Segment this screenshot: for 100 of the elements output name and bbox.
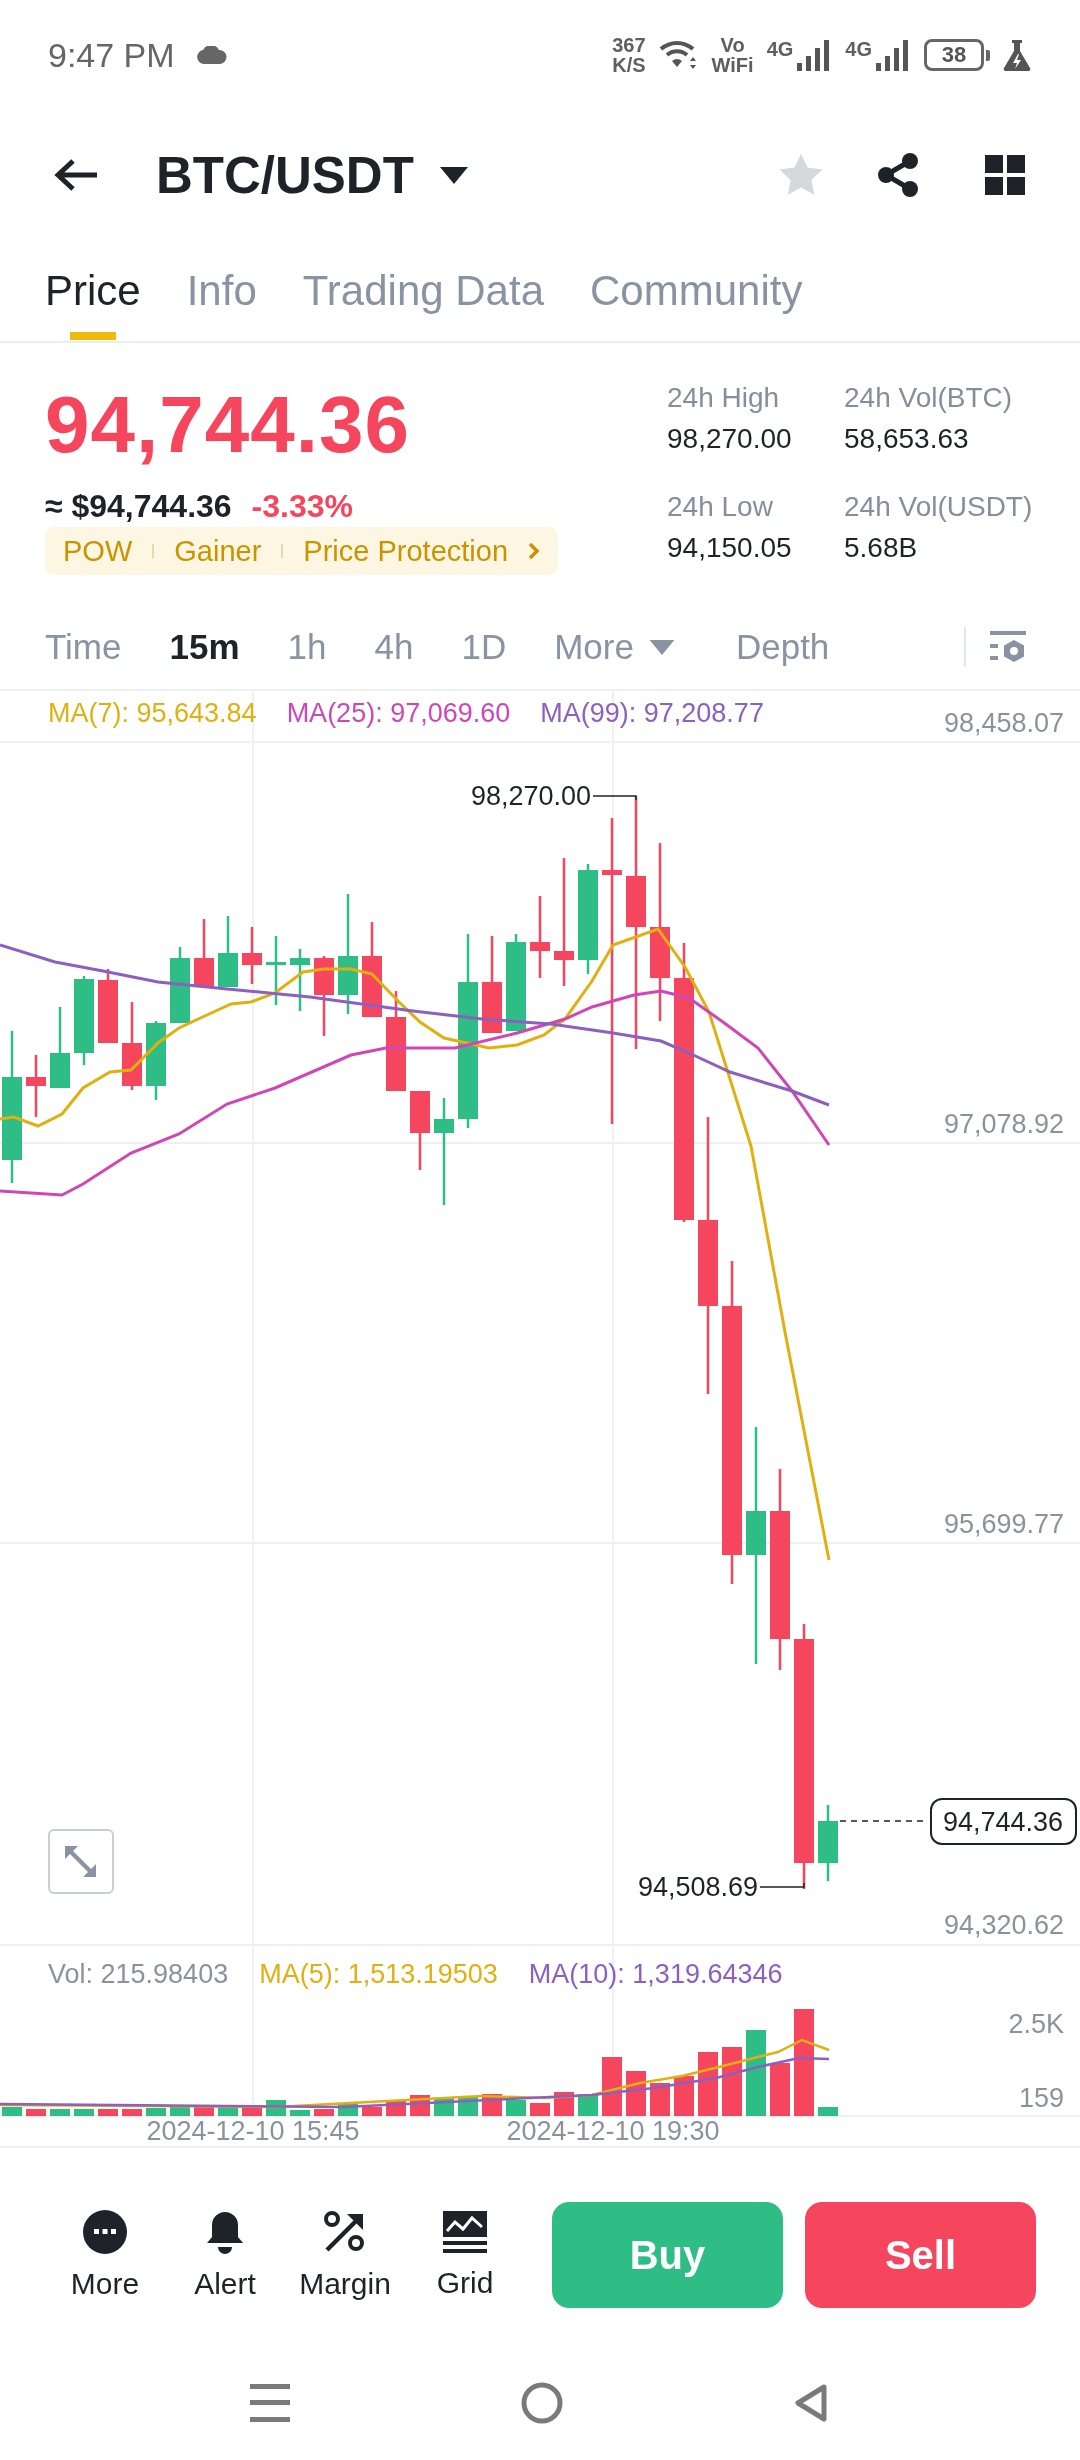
toolbar-button[interactable]: Margin <box>290 2209 400 2301</box>
time-axis-label: 2024-12-10 19:30 <box>506 2116 720 2146</box>
volume-bar <box>602 2057 622 2116</box>
volume-bar <box>2 2107 22 2116</box>
high-price-label: 98,270.00 <box>470 781 591 811</box>
menu-icon[interactable] <box>250 2383 290 2422</box>
volume-bar <box>122 2109 142 2116</box>
network-speed-unit: K/S <box>612 55 646 75</box>
last-price-tag: 94,744.36 <box>930 1798 1077 1845</box>
wifi-icon <box>658 40 699 70</box>
interval-tab[interactable]: 1D <box>461 627 507 667</box>
fiat-price: ≈ $94,744.36 <box>45 487 232 525</box>
volume-bar <box>242 2107 262 2116</box>
percent-arrow-icon <box>323 2209 367 2254</box>
tag-label: Gainer <box>174 534 262 568</box>
candlestick <box>290 949 310 1011</box>
expand-button[interactable] <box>48 1829 114 1894</box>
volume-bar <box>650 2083 670 2116</box>
interval-tab[interactable]: 1h <box>287 627 327 667</box>
price-change: -3.33% <box>251 487 353 525</box>
toolbar-button[interactable]: Alert <box>170 2209 280 2301</box>
candlestick <box>218 916 238 987</box>
indicator-legend: MA(99): 97,208.77 <box>540 697 764 729</box>
grid-chart-icon <box>443 2210 487 2253</box>
price-axis-label: 98,458.07 <box>943 708 1064 738</box>
bell-icon <box>205 2209 245 2254</box>
stat-value: 98,270.00 <box>667 422 792 456</box>
cloud-icon <box>196 46 227 64</box>
volume-bar <box>314 2109 334 2116</box>
volume-bar <box>74 2109 94 2116</box>
status-time: 9:47 PM <box>48 35 175 75</box>
back-triangle-icon[interactable] <box>794 2382 828 2423</box>
volume-axis-label: 2.5K <box>1008 2009 1064 2039</box>
price-axis-label: 95,699.77 <box>943 1509 1064 1539</box>
sell-button[interactable]: Sell <box>805 2202 1036 2308</box>
stat-label: 24h Vol(BTC) <box>844 381 1013 415</box>
price-axis-label: 94,320.62 <box>943 1910 1064 1940</box>
stat-label: 24h High <box>667 381 780 415</box>
caret-down-icon <box>439 166 468 184</box>
indicator-legend: MA(25): 97,069.60 <box>286 697 511 729</box>
interval-tab[interactable]: More <box>554 627 675 667</box>
volume-bar <box>722 2047 742 2116</box>
home-circle-icon[interactable] <box>521 2381 563 2424</box>
high-price-leader <box>592 795 637 801</box>
volume-reading: Vol: 215.98403 <box>48 1958 229 1990</box>
low-price-leader <box>759 1882 805 1888</box>
tag-label: Price Protection <box>303 534 509 568</box>
toolbar-button[interactable]: Grid <box>410 2210 520 2300</box>
pair-selector[interactable]: BTC/USDT <box>156 145 468 205</box>
indicator-legend: MA(7): 95,643.84 <box>48 697 257 729</box>
stat-value: 58,653.63 <box>844 422 969 456</box>
tag-label: POW <box>63 534 133 568</box>
volume-bar <box>506 2100 526 2116</box>
back-arrow-icon[interactable] <box>53 158 99 192</box>
candlestick <box>242 927 262 984</box>
volume-bar <box>146 2108 166 2116</box>
volume-bar <box>170 2105 190 2116</box>
volume-axis-label: 159 <box>1018 2083 1064 2113</box>
toolbar-button[interactable]: More <box>50 2209 160 2301</box>
indicator-legend: MA(10): 1,319.64346 <box>528 1958 783 1990</box>
interval-tab[interactable]: 15m <box>169 627 240 667</box>
volume-bar <box>698 2052 718 2116</box>
stat-label: 24h Vol(USDT) <box>844 490 1033 524</box>
volume-bar <box>818 2107 838 2116</box>
last-price: 94,744.36 <box>45 379 410 471</box>
signal-bars-icon <box>875 39 911 71</box>
candlestick <box>266 936 286 1005</box>
interval-tab[interactable]: Depth <box>735 627 830 667</box>
volume-bar <box>50 2109 70 2116</box>
tab[interactable]: Trading Data <box>302 240 544 341</box>
time-axis-label: 2024-12-10 15:45 <box>146 2116 360 2146</box>
tab[interactable]: Price <box>45 240 141 341</box>
stat-value: 5.68B <box>844 531 918 565</box>
tag-strip[interactable]: POW Gainer Price Protection <box>45 527 559 575</box>
battery-percent: 38 <box>941 44 967 66</box>
buy-button[interactable]: Buy <box>552 2202 783 2308</box>
low-price-label: 94,508.69 <box>637 1872 758 1902</box>
volume-bar <box>530 2103 550 2116</box>
stat-value: 94,150.05 <box>667 531 792 565</box>
candlestick <box>26 1055 46 1117</box>
stat-label: 24h Low <box>667 490 773 524</box>
interval-tab[interactable]: Time <box>45 627 122 667</box>
network-type: 4G <box>766 39 794 59</box>
candlestick <box>194 919 214 987</box>
tab[interactable]: Community <box>590 240 803 341</box>
volume-bar <box>98 2109 118 2116</box>
chevron-right-icon <box>528 542 541 560</box>
volume-bar <box>194 2107 214 2116</box>
volume-bar <box>770 2063 790 2116</box>
vowifi-label: Vo <box>720 35 745 55</box>
star-icon[interactable] <box>779 154 823 196</box>
grid-icon[interactable] <box>985 155 1025 195</box>
interval-tab[interactable]: 4h <box>374 627 414 667</box>
price-axis-label: 97,078.92 <box>943 1109 1064 1139</box>
tab[interactable]: Info <box>186 240 257 341</box>
chart-settings-icon[interactable] <box>990 631 1026 663</box>
share-icon[interactable] <box>876 152 920 198</box>
volume-bar <box>554 2092 574 2116</box>
volume-bar <box>218 2107 238 2116</box>
more-dots-icon <box>83 2209 127 2254</box>
